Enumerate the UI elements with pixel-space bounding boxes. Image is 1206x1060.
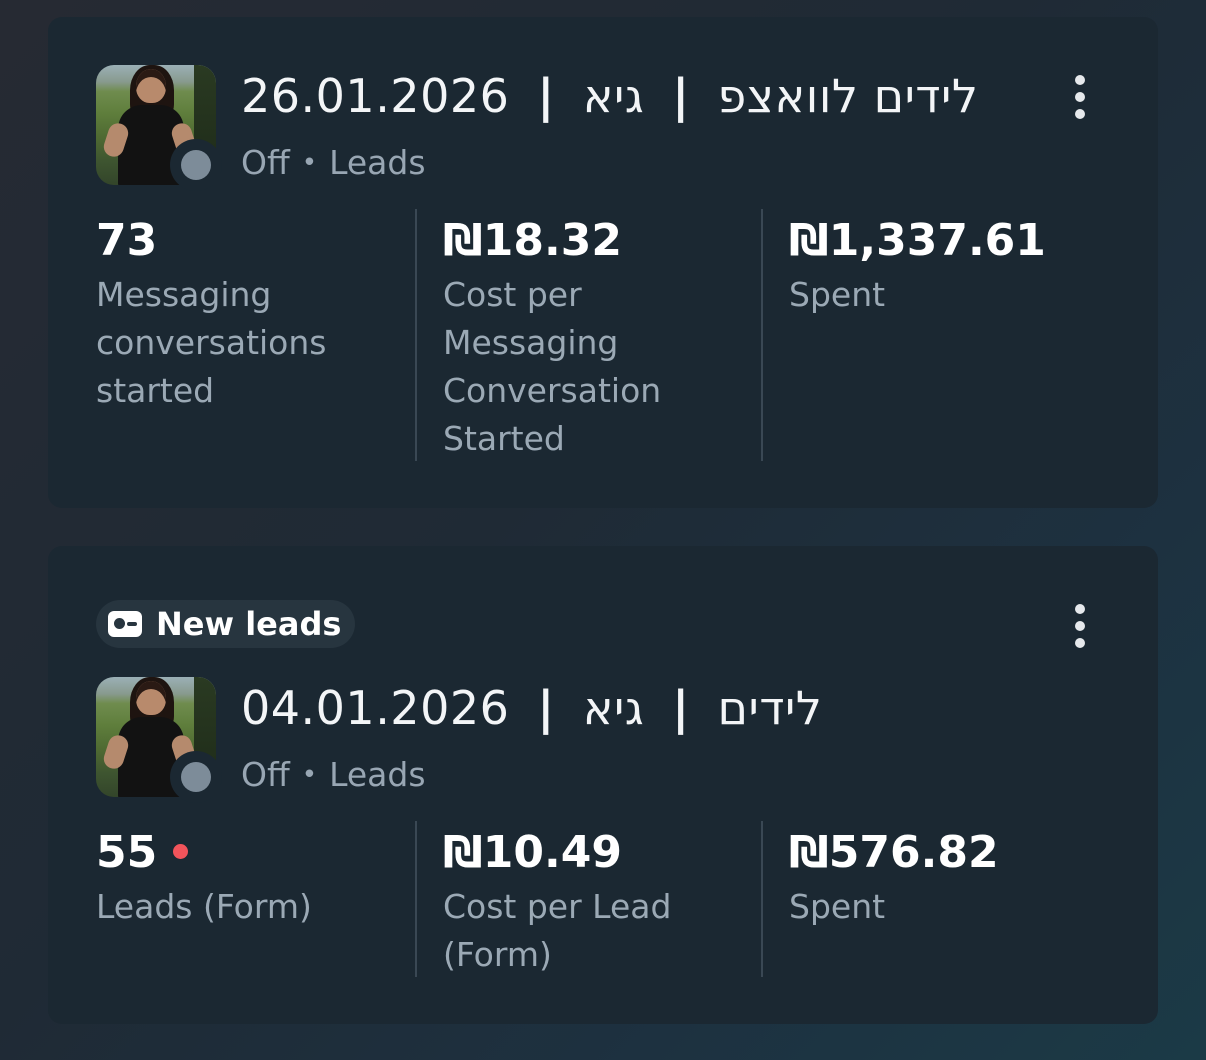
new-leads-badge[interactable]: New leads — [96, 600, 356, 648]
campaign-card[interactable]: New leads 04.01.2026 | גיא | לידים Off • Leads… — [48, 546, 1158, 1024]
campaign-status: Off — [241, 143, 290, 182]
metric-label: Leads (Form) — [96, 887, 312, 926]
new-indicator-dot — [173, 844, 189, 859]
metric-divider — [761, 821, 763, 977]
title-separator: | — [537, 681, 555, 735]
title-separator: | — [672, 681, 690, 735]
status-indicator — [170, 751, 222, 803]
metric-results: 73 Messaging conversations started — [96, 213, 396, 415]
metric-label: Cost per Lead (Form) — [443, 887, 672, 974]
title-separator: | — [672, 69, 690, 123]
badge-label: New leads — [156, 605, 342, 643]
campaign-status: Off — [241, 755, 290, 794]
metric-results: 55 Leads (Form) — [96, 825, 396, 931]
campaign-name-part: לידים לוואצפ — [717, 69, 979, 123]
metric-value: ₪1,337.61 — [789, 215, 1046, 266]
campaign-date: 26.01.2026 — [241, 69, 510, 123]
campaign-date: 04.01.2026 — [241, 681, 510, 735]
metric-divider — [415, 821, 417, 977]
metric-label: Spent — [789, 275, 886, 314]
metric-label: Messaging conversations started — [96, 275, 327, 410]
metric-label: Cost per Messaging Conversation Started — [443, 275, 662, 458]
metric-cost-per-result: ₪18.32 Cost per Messaging Conversation S… — [443, 213, 733, 463]
title-separator: | — [537, 69, 555, 123]
metric-divider — [761, 209, 763, 461]
metric-label: Spent — [789, 887, 886, 926]
more-options-icon[interactable] — [1068, 73, 1092, 121]
metric-divider — [415, 209, 417, 461]
campaign-thumbnail — [96, 677, 222, 803]
metric-value: ₪10.49 — [443, 827, 622, 878]
campaign-objective: Leads — [329, 755, 426, 794]
more-options-icon[interactable] — [1068, 602, 1092, 650]
metric-value: 73 — [96, 215, 158, 266]
campaign-name-part: גיא — [582, 681, 645, 735]
metric-cost-per-result: ₪10.49 Cost per Lead (Form) — [443, 825, 733, 979]
status-indicator — [170, 139, 222, 191]
status-dot-icon — [181, 150, 211, 180]
status-dot-icon — [181, 762, 211, 792]
contact-card-icon — [108, 611, 142, 637]
campaign-card[interactable]: 26.01.2026 | גיא | לידים לוואצפ Off • Leads 73… — [48, 17, 1158, 508]
campaign-name-part: לידים — [717, 681, 823, 735]
campaign-title[interactable]: 04.01.2026 | גיא | לידים — [241, 681, 822, 735]
campaign-subtitle: Off • Leads — [241, 755, 426, 794]
metric-spent: ₪576.82 Spent — [789, 825, 1109, 931]
campaign-subtitle: Off • Leads — [241, 143, 426, 182]
campaign-objective: Leads — [329, 143, 426, 182]
campaign-thumbnail — [96, 65, 222, 191]
metric-value: 55 — [96, 827, 158, 878]
campaign-name-part: גיא — [582, 69, 645, 123]
metric-spent: ₪1,337.61 Spent — [789, 213, 1109, 319]
campaign-title[interactable]: 26.01.2026 | גיא | לידים לוואצפ — [241, 69, 978, 123]
metric-value: ₪18.32 — [443, 215, 622, 266]
metric-value: ₪576.82 — [789, 827, 999, 878]
